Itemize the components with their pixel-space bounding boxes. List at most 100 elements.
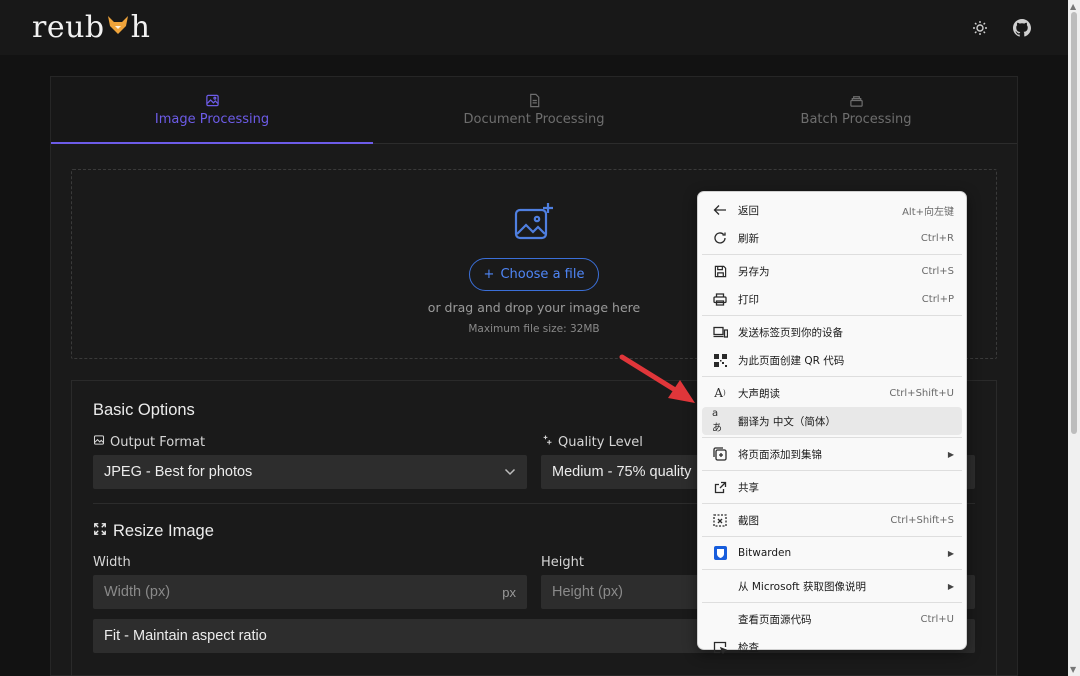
tab-label: Document Processing	[463, 112, 605, 127]
app-logo[interactable]: reub h	[32, 10, 150, 45]
page-scrollbar[interactable]: ▲ ▼	[1068, 0, 1080, 676]
save-icon	[712, 263, 728, 279]
output-format-label: Output Format	[110, 434, 206, 450]
menu-item-label: 为此页面创建 QR 代码	[738, 354, 845, 367]
menu-item-qr-code[interactable]: 为此页面创建 QR 代码	[702, 346, 962, 374]
fit-mode-value: Fit - Maintain aspect ratio	[104, 628, 267, 644]
read-aloud-icon: A)	[714, 386, 726, 400]
menu-item-send-to-device[interactable]: 发送标签页到你的设备	[702, 318, 962, 346]
menu-item-shortcut: Ctrl+P	[921, 293, 954, 305]
submenu-arrow-icon: ▶	[947, 449, 954, 459]
menu-separator	[702, 376, 962, 377]
menu-item-label: 共享	[738, 481, 759, 494]
menu-item-back[interactable]: 返回 Alt+向左键	[702, 196, 962, 224]
menu-item-shortcut: Ctrl+R	[920, 232, 954, 244]
inspect-icon	[712, 639, 728, 655]
sun-icon[interactable]	[970, 18, 990, 38]
width-input[interactable]: Width (px) px	[93, 575, 527, 609]
menu-item-screenshot[interactable]: 截图 Ctrl+Shift+S	[702, 506, 962, 534]
menu-item-inspect[interactable]: 检查	[702, 633, 962, 661]
plus-icon: +	[483, 267, 495, 282]
menu-separator	[702, 315, 962, 316]
menu-item-label: 返回	[738, 204, 759, 217]
tab-document-processing[interactable]: Document Processing	[373, 77, 695, 143]
menu-item-shortcut: Ctrl+S	[921, 265, 954, 277]
quality-level-value: Medium - 75% quality	[552, 464, 692, 480]
send-device-icon	[712, 324, 728, 340]
menu-item-shortcut: Ctrl+U	[920, 613, 955, 625]
menu-item-label: 打印	[738, 293, 759, 306]
translate-icon: aあ	[712, 408, 722, 434]
choose-file-button[interactable]: + Choose a file	[468, 258, 600, 291]
menu-item-label: 另存为	[738, 265, 770, 278]
logo-text-left: reub	[32, 10, 105, 45]
scroll-up-icon[interactable]: ▲	[1070, 2, 1076, 11]
submenu-arrow-icon: ▶	[947, 581, 954, 591]
tab-image-processing[interactable]: Image Processing	[51, 77, 373, 144]
menu-separator	[702, 602, 962, 603]
choose-file-label: Choose a file	[500, 267, 585, 282]
menu-item-refresh[interactable]: 刷新 Ctrl+R	[702, 224, 962, 252]
menu-item-read-aloud[interactable]: A) 大声朗读 Ctrl+Shift+U	[702, 379, 962, 407]
menu-separator	[702, 254, 962, 255]
github-icon[interactable]	[1012, 18, 1032, 38]
menu-item-print[interactable]: 打印 Ctrl+P	[702, 285, 962, 313]
back-arrow-icon	[712, 202, 728, 218]
resize-title-text: Resize Image	[113, 522, 214, 540]
refresh-icon	[712, 230, 728, 246]
output-format-select[interactable]: JPEG - Best for photos	[93, 455, 527, 489]
menu-item-label: 大声朗读	[738, 387, 780, 400]
menu-separator	[702, 437, 962, 438]
submenu-arrow-icon: ▶	[947, 548, 954, 558]
menu-separator	[702, 536, 962, 537]
menu-item-save-as[interactable]: 另存为 Ctrl+S	[702, 257, 962, 285]
image-icon	[93, 434, 105, 450]
qr-code-icon	[712, 352, 728, 368]
quality-level-label: Quality Level	[558, 434, 643, 450]
fox-logo-icon	[106, 14, 130, 42]
menu-item-view-source[interactable]: 查看页面源代码 Ctrl+U	[702, 605, 962, 633]
menu-item-label: 将页面添加到集锦	[738, 448, 822, 461]
menu-item-label: 发送标签页到你的设备	[738, 326, 843, 339]
menu-item-label: 截图	[738, 514, 759, 527]
collections-icon	[712, 446, 728, 462]
logo-text-right: h	[130, 10, 151, 45]
menu-item-label: 查看页面源代码	[738, 613, 812, 626]
top-bar: reub h	[0, 0, 1068, 55]
menu-item-add-to-collections[interactable]: 将页面添加到集锦 ▶	[702, 440, 962, 468]
menu-item-bitwarden[interactable]: Bitwarden ▶	[702, 539, 962, 567]
add-image-icon	[513, 202, 555, 246]
resize-icon	[93, 522, 107, 541]
menu-item-label: 刷新	[738, 232, 759, 245]
width-placeholder: Width (px)	[104, 584, 171, 600]
height-placeholder: Height (px)	[552, 584, 623, 600]
print-icon	[712, 291, 728, 307]
menu-item-label: Bitwarden	[738, 547, 792, 559]
menu-item-translate[interactable]: aあ 翻译为 中文（简体）	[702, 407, 962, 435]
share-icon	[712, 479, 728, 495]
bitwarden-icon	[712, 545, 728, 561]
drag-drop-text: or drag and drop your image here	[427, 300, 641, 315]
tab-label: Batch Processing	[800, 112, 912, 127]
menu-item-share[interactable]: 共享	[702, 473, 962, 501]
browser-context-menu: 返回 Alt+向左键 刷新 Ctrl+R 另存为 Ctrl+S 打印 Ctrl+…	[697, 191, 967, 654]
width-unit: px	[502, 584, 516, 600]
menu-separator	[702, 470, 962, 471]
batch-icon	[849, 96, 863, 107]
width-label: Width	[93, 555, 131, 570]
tab-batch-processing[interactable]: Batch Processing	[695, 77, 1017, 143]
processing-tabs: Image Processing Document Processing Bat…	[51, 77, 1017, 144]
tab-label: Image Processing	[154, 112, 270, 127]
menu-item-image-descriptions[interactable]: 从 Microsoft 获取图像说明 ▶	[702, 572, 962, 600]
menu-separator	[702, 569, 962, 570]
scrollbar-thumb[interactable]	[1071, 12, 1077, 434]
menu-item-label: 从 Microsoft 获取图像说明	[738, 580, 866, 593]
menu-item-label: 翻译为 中文（简体）	[738, 415, 836, 428]
scroll-down-icon[interactable]: ▼	[1070, 665, 1076, 674]
menu-item-shortcut: Alt+向左键	[902, 206, 954, 218]
chevron-down-icon	[504, 464, 516, 480]
max-size-text: Maximum file size: 32MB	[468, 323, 600, 335]
menu-item-shortcut: Ctrl+Shift+S	[890, 514, 954, 526]
menu-item-shortcut: Ctrl+Shift+U	[889, 387, 954, 399]
screenshot-icon	[712, 512, 728, 528]
